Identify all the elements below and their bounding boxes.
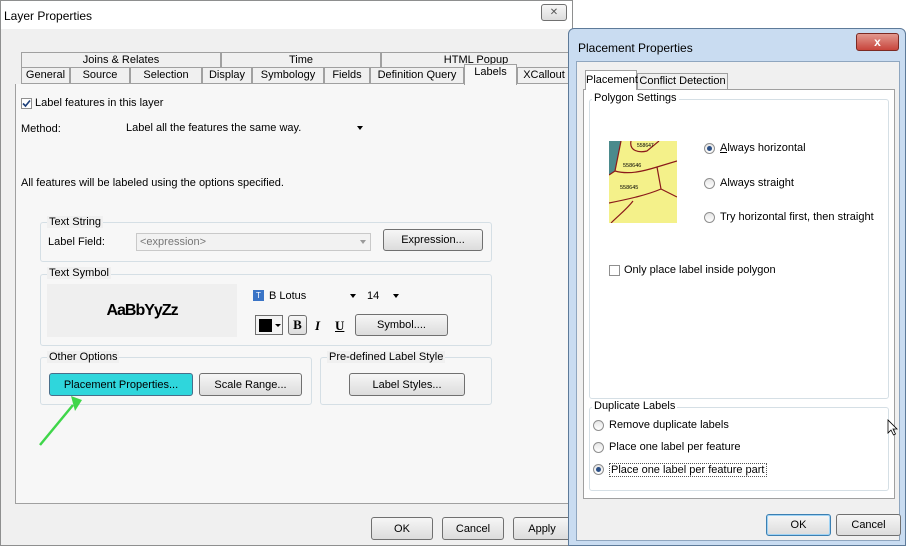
layer-properties-title: Layer Properties bbox=[4, 9, 93, 23]
chevron-down-icon bbox=[275, 324, 281, 327]
radio-try-horizontal-label: Try horizontal first, then straight bbox=[720, 211, 874, 223]
tab-time[interactable]: Time bbox=[221, 52, 381, 68]
map-label: 558645 bbox=[620, 185, 638, 191]
radio-remove-duplicates[interactable] bbox=[593, 420, 604, 431]
checkmark-icon bbox=[22, 99, 31, 108]
tab-general[interactable]: General bbox=[21, 67, 70, 84]
label-field-dropdown[interactable]: <expression> bbox=[136, 233, 371, 251]
label-features-checkbox[interactable] bbox=[21, 98, 32, 109]
polygon-settings-label: Polygon Settings bbox=[592, 92, 679, 104]
method-label: Method: bbox=[21, 123, 61, 135]
symbol-button[interactable]: Symbol.... bbox=[355, 314, 448, 336]
truetype-font-icon: T bbox=[253, 290, 264, 301]
mouse-cursor-icon bbox=[887, 419, 898, 436]
radio-one-per-feature-part-label: Place one label per feature part bbox=[609, 463, 767, 477]
font-size-dropdown[interactable]: 14 bbox=[365, 288, 413, 304]
ok-button[interactable]: OK bbox=[371, 517, 433, 540]
annotation-arrow-icon bbox=[39, 396, 82, 446]
tab-conflict-detection[interactable]: Conflict Detection bbox=[637, 73, 728, 90]
predefined-label-style-group-label: Pre-defined Label Style bbox=[327, 351, 446, 363]
font-color-picker[interactable] bbox=[255, 315, 283, 335]
tab-placement[interactable]: Placement bbox=[585, 70, 638, 90]
bold-button[interactable]: B bbox=[288, 315, 307, 335]
tab-xcallout[interactable]: XCallout bbox=[517, 67, 571, 84]
radio-remove-duplicates-label: Remove duplicate labels bbox=[609, 419, 729, 431]
italic-button[interactable]: I bbox=[315, 318, 320, 334]
preview-text: AaBbYyZz bbox=[106, 301, 178, 319]
polygon-preview-image: 558647 558646 558645 bbox=[609, 141, 677, 223]
label-features-label: Label features in this layer bbox=[35, 97, 164, 109]
only-inside-polygon-checkbox[interactable] bbox=[609, 265, 620, 276]
chevron-down-icon bbox=[360, 240, 366, 244]
placement-properties-title: Placement Properties bbox=[578, 41, 693, 55]
label-field-label: Label Field: bbox=[48, 236, 105, 248]
scale-range-button[interactable]: Scale Range... bbox=[199, 373, 302, 396]
radio-always-straight[interactable] bbox=[704, 178, 715, 189]
tab-joins-relates[interactable]: Joins & Relates bbox=[21, 52, 221, 68]
close-icon: ✕ bbox=[549, 7, 559, 18]
radio-one-per-feature-part[interactable] bbox=[593, 464, 604, 475]
tab-fields[interactable]: Fields bbox=[324, 67, 370, 84]
tab-selection[interactable]: Selection bbox=[130, 67, 202, 84]
other-options-group-label: Other Options bbox=[47, 351, 120, 363]
label-styles-button[interactable]: Label Styles... bbox=[349, 373, 465, 396]
duplicate-labels-label: Duplicate Labels bbox=[592, 400, 678, 412]
map-label: 558646 bbox=[623, 163, 641, 169]
chevron-down-icon bbox=[393, 294, 399, 298]
radio-one-per-feature-label: Place one label per feature bbox=[609, 441, 741, 453]
layer-properties-dialog: Layer Properties ✕ Joins & Relates Time … bbox=[0, 0, 573, 546]
expression-button[interactable]: Expression... bbox=[383, 229, 483, 251]
radio-always-horizontal-label: Always horizontal bbox=[720, 142, 806, 154]
underline-button[interactable]: U bbox=[335, 318, 344, 334]
radio-always-straight-label: Always straight bbox=[720, 177, 794, 189]
radio-try-horizontal[interactable] bbox=[704, 212, 715, 223]
apply-button[interactable]: Apply bbox=[513, 517, 571, 540]
color-swatch bbox=[259, 319, 272, 332]
tab-labels[interactable]: Labels bbox=[464, 64, 517, 85]
close-button[interactable]: ✕ bbox=[541, 4, 567, 21]
layer-properties-titlebar: Layer Properties ✕ bbox=[1, 1, 572, 29]
cancel-button[interactable]: Cancel bbox=[442, 517, 504, 540]
info-text: All features will be labeled using the o… bbox=[21, 177, 284, 189]
placement-properties-dialog: Placement Properties x Placement Conflic… bbox=[568, 28, 906, 546]
radio-always-horizontal[interactable] bbox=[704, 143, 715, 154]
only-inside-polygon-label: Only place label inside polygon bbox=[624, 264, 776, 276]
chevron-down-icon bbox=[350, 294, 356, 298]
close-icon: x bbox=[874, 35, 881, 49]
method-dropdown[interactable]: Label all the features the same way. bbox=[123, 120, 393, 139]
placement-cancel-button[interactable]: Cancel bbox=[836, 514, 901, 536]
text-string-group-label: Text String bbox=[47, 216, 103, 228]
font-name-dropdown[interactable]: T B Lotus bbox=[252, 288, 360, 304]
chevron-down-icon bbox=[357, 126, 363, 130]
tab-symbology[interactable]: Symbology bbox=[252, 67, 324, 84]
text-symbol-group-label: Text Symbol bbox=[47, 267, 111, 279]
placement-ok-button[interactable]: OK bbox=[766, 514, 831, 536]
text-symbol-preview[interactable]: AaBbYyZz bbox=[47, 284, 237, 337]
radio-one-per-feature[interactable] bbox=[593, 442, 604, 453]
tab-definition-query[interactable]: Definition Query bbox=[370, 67, 464, 84]
tab-display[interactable]: Display bbox=[202, 67, 252, 84]
map-label: 558647 bbox=[637, 143, 654, 149]
close-button[interactable]: x bbox=[856, 33, 899, 51]
tab-source[interactable]: Source bbox=[70, 67, 130, 84]
